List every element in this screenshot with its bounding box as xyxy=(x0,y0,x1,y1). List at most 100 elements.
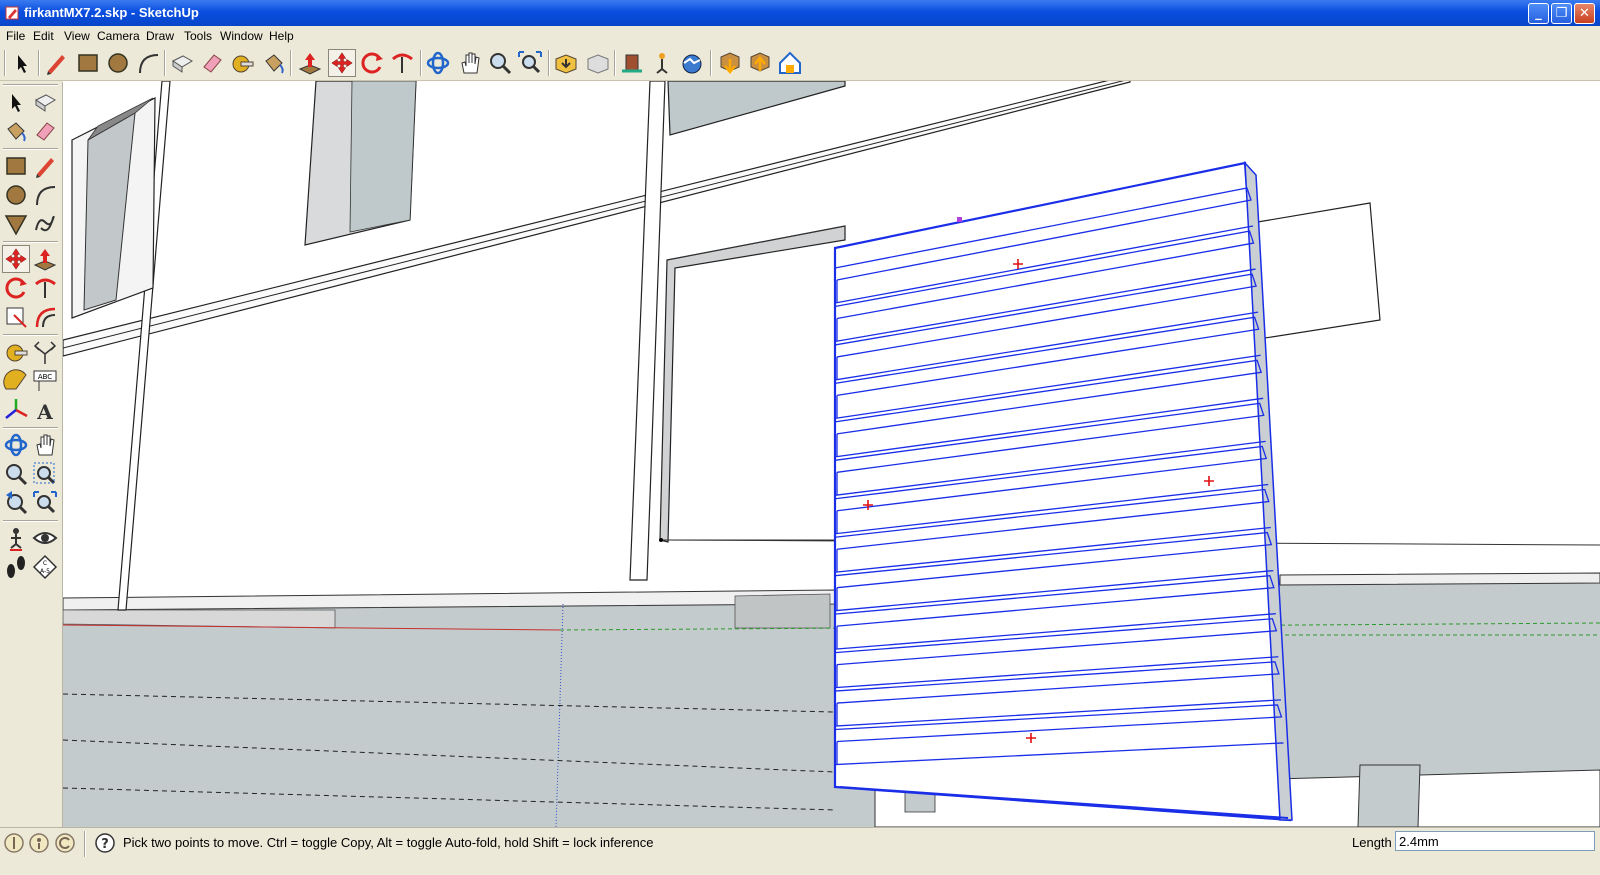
text-icon[interactable]: ABC xyxy=(31,367,59,395)
freehand-icon[interactable] xyxy=(31,210,59,238)
menu-draw[interactable]: Draw xyxy=(146,29,174,43)
menu-camera[interactable]: Camera xyxy=(97,29,140,43)
svg-text:A: A xyxy=(36,400,53,424)
eraser-icon[interactable] xyxy=(31,117,59,145)
arc-icon[interactable] xyxy=(31,181,59,209)
measurements-label: Length xyxy=(1352,835,1392,850)
move-icon[interactable] xyxy=(2,245,30,273)
circle-icon[interactable] xyxy=(104,49,132,77)
toggle-terrain-icon[interactable] xyxy=(678,49,706,77)
selected-louvre-panel[interactable] xyxy=(833,160,1293,822)
select-icon[interactable] xyxy=(2,88,30,116)
pan-icon[interactable] xyxy=(31,431,59,459)
credits-icon[interactable] xyxy=(28,832,50,854)
polygon-icon[interactable] xyxy=(2,210,30,238)
sketchup-app-icon[interactable] xyxy=(4,5,20,21)
geo-location-icon[interactable] xyxy=(3,832,25,854)
next-view-icon[interactable] xyxy=(746,49,774,77)
pencil-icon[interactable] xyxy=(42,49,70,77)
pan-icon[interactable] xyxy=(456,49,484,77)
toolbar-separator xyxy=(710,50,712,76)
paint-bucket-icon[interactable] xyxy=(2,117,30,145)
menu-file[interactable]: File xyxy=(6,29,25,43)
previous-view-icon[interactable] xyxy=(716,49,744,77)
push-pull-icon[interactable] xyxy=(31,245,59,273)
rectangle-icon[interactable] xyxy=(74,49,102,77)
tape-measure-icon[interactable] xyxy=(228,49,256,77)
palette-separator xyxy=(3,334,58,336)
get-models-icon[interactable] xyxy=(552,49,580,77)
make-component-icon[interactable] xyxy=(168,49,196,77)
eraser-icon[interactable] xyxy=(198,49,226,77)
main-toolbar xyxy=(0,46,1600,81)
dimension-icon[interactable] xyxy=(31,338,59,366)
grip-point[interactable] xyxy=(957,217,962,222)
look-around-icon[interactable] xyxy=(31,524,59,552)
protractor-icon[interactable] xyxy=(2,367,30,395)
follow-me-icon[interactable] xyxy=(388,49,416,77)
circle-icon[interactable] xyxy=(2,181,30,209)
menu-tools[interactable]: Tools xyxy=(184,29,212,43)
rectangle-icon[interactable] xyxy=(2,152,30,180)
menu-help[interactable]: Help xyxy=(269,29,294,43)
svg-text:?: ? xyxy=(101,837,109,852)
toolbar-separator xyxy=(420,50,422,76)
zoom-window-icon[interactable] xyxy=(31,460,59,488)
arc-icon[interactable] xyxy=(134,49,162,77)
tape-measure-icon[interactable] xyxy=(2,338,30,366)
window-upper-center-glass xyxy=(349,81,417,233)
make-component-icon[interactable] xyxy=(31,88,59,116)
3d-text-icon[interactable]: A xyxy=(31,396,59,424)
rotate-icon[interactable] xyxy=(358,49,386,77)
menu-view[interactable]: View xyxy=(64,29,90,43)
foundation-slab-right xyxy=(1279,572,1600,586)
previous-icon[interactable] xyxy=(2,489,30,517)
line-icon[interactable] xyxy=(31,152,59,180)
toolbar-separator xyxy=(614,50,616,76)
push-pull-icon[interactable] xyxy=(296,49,324,77)
select-icon[interactable] xyxy=(8,49,36,77)
place-model-icon[interactable] xyxy=(618,49,646,77)
paint-bucket-icon[interactable] xyxy=(260,49,288,77)
status-bar: ? Pick two points to move. Ctrl = toggle… xyxy=(0,827,1600,875)
help-icon[interactable]: ? xyxy=(94,832,116,854)
offset-icon[interactable] xyxy=(31,303,59,331)
zoom-icon[interactable] xyxy=(2,460,30,488)
zoom-icon[interactable] xyxy=(486,49,514,77)
section-plane-icon[interactable]: CA-5 xyxy=(31,553,59,581)
scale-icon[interactable] xyxy=(2,303,30,331)
rotate-icon[interactable] xyxy=(2,274,30,302)
status-separator xyxy=(84,831,86,857)
status-hint: Pick two points to move. Ctrl = toggle C… xyxy=(123,835,654,850)
sign-in-icon[interactable] xyxy=(54,832,76,854)
axes-icon[interactable] xyxy=(2,396,30,424)
minimize-button[interactable]: _ xyxy=(1528,3,1549,24)
toolbar-separator xyxy=(164,50,166,76)
svg-text:ABC: ABC xyxy=(38,373,52,381)
close-button[interactable]: ✕ xyxy=(1574,3,1595,24)
window-title: firkantMX7.2.skp - SketchUp xyxy=(24,5,199,20)
orbit-icon[interactable] xyxy=(424,49,452,77)
palette-separator xyxy=(3,241,58,243)
zoom-extents-icon[interactable] xyxy=(31,489,59,517)
minimize-icon: _ xyxy=(1535,6,1542,21)
lower-opening-right xyxy=(1357,764,1421,827)
model-scene[interactable] xyxy=(63,81,1600,827)
orbit-icon[interactable] xyxy=(2,431,30,459)
maximize-button[interactable]: ❐ xyxy=(1551,3,1572,24)
measurements-input[interactable]: 2.4mm xyxy=(1395,831,1595,851)
toolbar-separator xyxy=(290,50,292,76)
walk-icon[interactable] xyxy=(2,553,30,581)
menu-edit[interactable]: Edit xyxy=(33,29,54,43)
toolbar-separator xyxy=(38,50,40,76)
get-current-view-icon[interactable] xyxy=(648,49,676,77)
drawing-viewport[interactable] xyxy=(63,81,1600,827)
share-model-icon[interactable] xyxy=(584,49,612,77)
follow-me-icon[interactable] xyxy=(31,274,59,302)
toolbar-separator xyxy=(548,50,550,76)
zoom-extents-icon[interactable] xyxy=(516,49,544,77)
menu-window[interactable]: Window xyxy=(220,29,263,43)
position-camera-icon[interactable] xyxy=(2,524,30,552)
move-icon[interactable] xyxy=(328,49,356,77)
3d-warehouse-icon[interactable] xyxy=(776,49,804,77)
